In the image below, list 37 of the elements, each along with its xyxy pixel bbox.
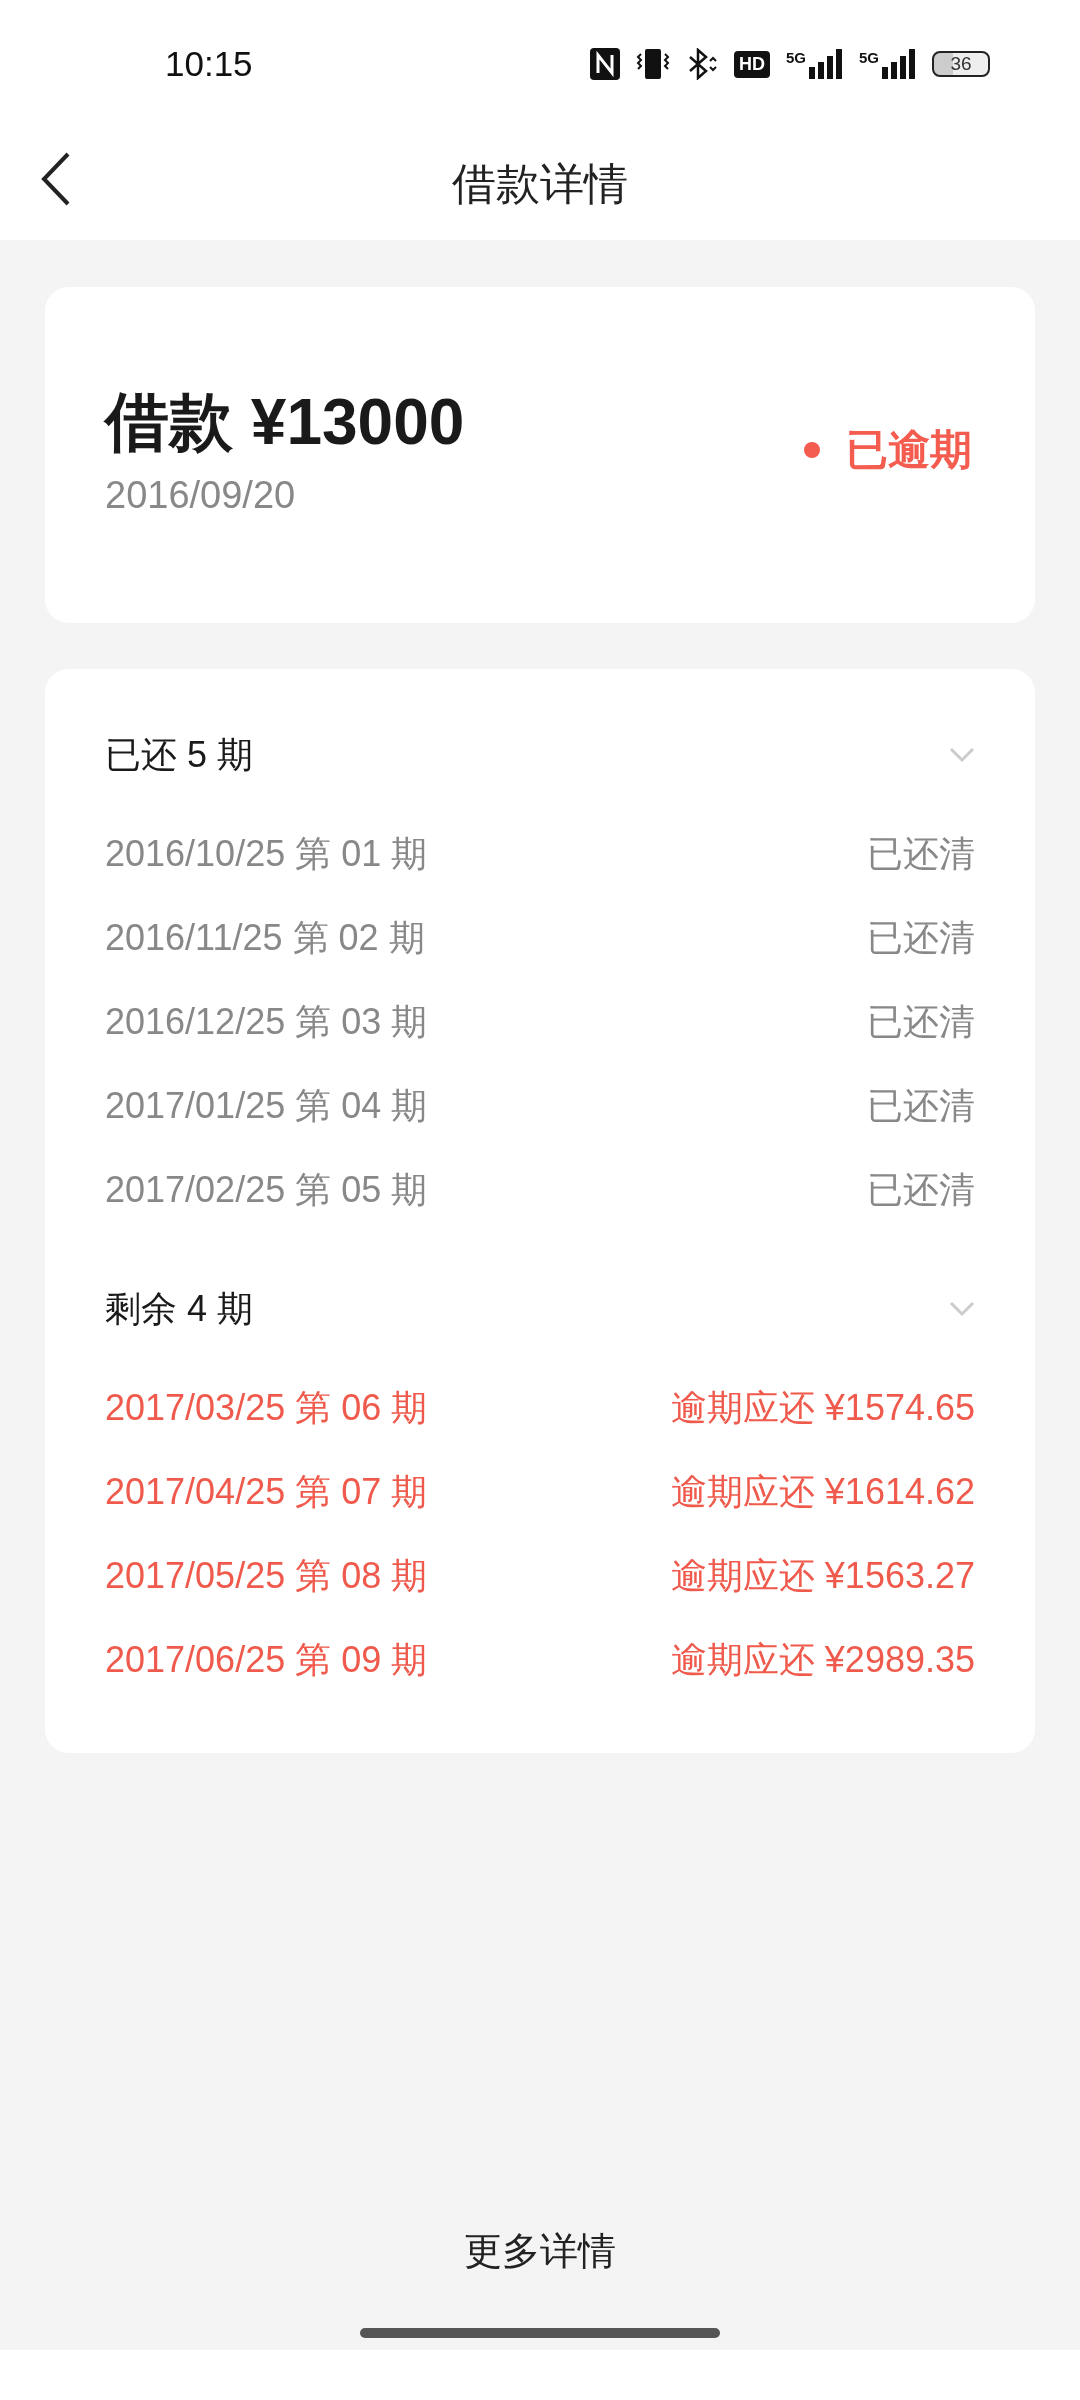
more-details-link[interactable]: 更多详情 bbox=[464, 2226, 616, 2277]
installment-status: 已还清 bbox=[867, 915, 975, 960]
home-indicator[interactable] bbox=[360, 2328, 720, 2338]
installment-date: 2017/01/25 第 04 期 bbox=[105, 1083, 428, 1128]
installment-status: 已还清 bbox=[867, 999, 975, 1044]
installment-status: 已还清 bbox=[867, 831, 975, 876]
installment-date: 2017/04/25 第 07 期 bbox=[105, 1469, 428, 1514]
loan-date: 2016/09/20 bbox=[105, 474, 297, 517]
group-header: 已还 5 期 bbox=[105, 732, 254, 777]
installment-status: 逾期应还 ¥2989.35 bbox=[670, 1637, 975, 1682]
installment-status: 已还清 bbox=[867, 1167, 975, 1212]
status-time: 10:15 bbox=[165, 44, 254, 84]
nfc-icon bbox=[589, 48, 620, 80]
chevron-icon[interactable] bbox=[949, 1301, 975, 1317]
installment-status: 逾期应还 ¥1574.65 bbox=[670, 1385, 975, 1430]
hd-icon: HD bbox=[733, 50, 770, 78]
installment-date: 2017/05/25 第 08 期 bbox=[105, 1553, 428, 1598]
chevron-icon[interactable] bbox=[949, 747, 975, 763]
loan-amount: 借款 ¥13000 bbox=[105, 385, 465, 460]
installment-status: 已还清 bbox=[867, 1083, 975, 1128]
installment-date: 2017/06/25 第 09 期 bbox=[105, 1637, 428, 1682]
installment-date: 2016/12/25 第 03 期 bbox=[105, 999, 428, 1044]
battery-icon: 36 bbox=[932, 51, 990, 77]
page-title: 借款详情 bbox=[452, 157, 628, 210]
installment-date: 2016/11/25 第 02 期 bbox=[105, 915, 425, 960]
installment-date: 2017/02/25 第 05 期 bbox=[105, 1167, 428, 1212]
network-type: 5G bbox=[859, 49, 879, 66]
network-type: 5G bbox=[785, 49, 806, 66]
installment-date: 2016/10/25 第 01 期 bbox=[105, 831, 428, 876]
group-header: 剩余 4 期 bbox=[105, 1286, 254, 1331]
signal-icon bbox=[882, 49, 916, 79]
signal-icon bbox=[809, 49, 843, 79]
loan-status: 已逾期 bbox=[846, 425, 972, 475]
installment-status: 逾期应还 ¥1563.27 bbox=[670, 1553, 975, 1598]
installment-date: 2017/03/25 第 06 期 bbox=[105, 1385, 428, 1430]
vibrate-icon bbox=[635, 48, 670, 80]
installment-status: 逾期应还 ¥1614.62 bbox=[670, 1469, 975, 1514]
